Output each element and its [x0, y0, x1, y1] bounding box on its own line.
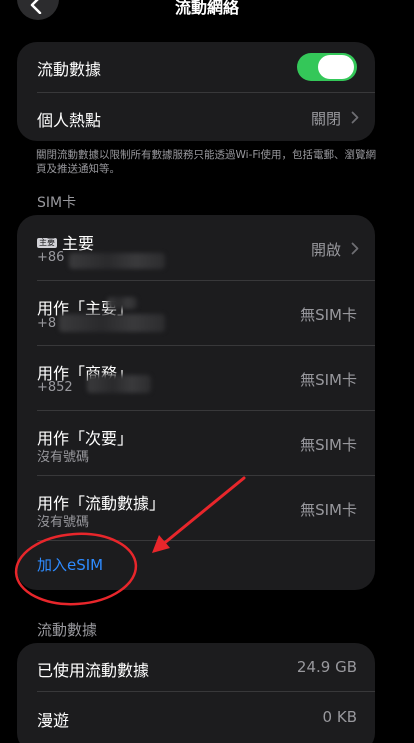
cellular-data-label: 流動數據	[37, 60, 102, 79]
data-usage-group: 已使用流動數據 24.9 GB 漫遊 0 KB	[17, 643, 375, 743]
sim-status: 開啟	[310, 241, 341, 259]
data-used-row[interactable]: 已使用流動數據 24.9 GB	[17, 643, 375, 691]
sim-number: +8	[37, 316, 57, 331]
sim-number: 沒有號碼	[37, 450, 90, 465]
redacted-number	[87, 375, 151, 393]
roaming-row[interactable]: 漫遊 0 KB	[17, 692, 375, 742]
chevron-right-icon	[351, 111, 359, 124]
sim-row-primary[interactable]: 主要 主要 +86 開啟	[17, 215, 375, 280]
page-title: 流動網絡	[174, 0, 239, 17]
toggle-knob	[318, 55, 354, 79]
data-used-label: 已使用流動數據	[37, 661, 150, 680]
sim-status: 無SIM卡	[300, 436, 357, 454]
data-used-value: 24.9 GB	[296, 658, 357, 676]
cellular-data-footnote: 關閉流動數據以限制所有數據服務只能透過Wi‑Fi使用，包括電郵、瀏覽網頁及推送通…	[36, 149, 377, 175]
sim-label-text: 主要	[62, 234, 95, 253]
chevron-right-icon	[351, 242, 359, 255]
cellular-settings-group: 流動數據 個人熱點 關閉	[17, 42, 375, 141]
sim-row-use-as-business[interactable]: 用作「商務」 +852 無SIM卡	[17, 345, 375, 410]
divider	[37, 540, 375, 541]
sim-number: 沒有號碼	[37, 515, 90, 530]
roaming-value: 0 KB	[322, 708, 357, 726]
cellular-data-row: 流動數據	[17, 42, 375, 92]
roaming-label: 漫遊	[37, 711, 70, 730]
sim-row-use-as-cellular-data[interactable]: 用作「流動數據」 沒有號碼 無SIM卡	[17, 475, 375, 540]
data-section-title: 流動數據	[37, 621, 98, 639]
personal-hotspot-row[interactable]: 個人熱點 關閉	[17, 93, 375, 141]
sim-row-use-as-primary[interactable]: 用作「主要」 +8 無SIM卡	[17, 280, 375, 345]
primary-badge: 主要	[37, 237, 57, 248]
sim-section-title: SIM卡	[37, 195, 77, 211]
sim-number: +852	[37, 380, 73, 395]
sim-status: 無SIM卡	[300, 501, 357, 519]
cellular-data-toggle[interactable]	[297, 53, 357, 81]
sim-status: 無SIM卡	[300, 371, 357, 389]
nav-bar: 流動網絡	[0, 0, 414, 20]
redacted-number	[69, 253, 165, 269]
personal-hotspot-label: 個人熱點	[37, 111, 102, 130]
add-esim-button[interactable]: 加入eSIM	[37, 554, 103, 575]
sim-number: +86	[37, 250, 65, 265]
sim-group: 主要 主要 +86 開啟 用作「主要」 +8 無SIM卡 用作「商務」 +852 …	[17, 215, 375, 590]
sim-status: 無SIM卡	[300, 306, 357, 324]
personal-hotspot-value: 關閉	[310, 110, 341, 128]
sim-row-use-as-secondary[interactable]: 用作「次要」 沒有號碼 無SIM卡	[17, 410, 375, 475]
redacted-label	[107, 297, 137, 309]
redacted-number	[59, 314, 165, 332]
